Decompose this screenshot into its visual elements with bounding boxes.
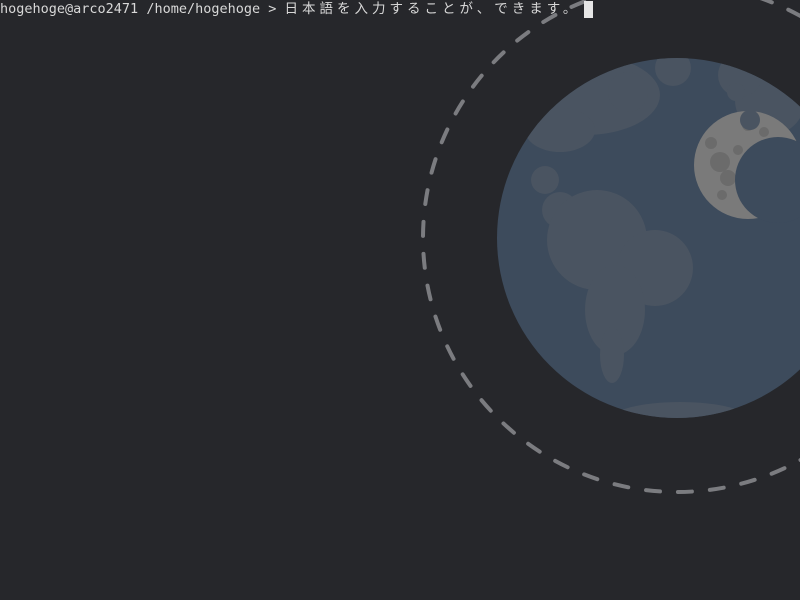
prompt-symbol: > <box>268 1 277 17</box>
prompt-cwd: /home/hogehoge <box>146 1 261 17</box>
prompt-user-host: hogehoge@arco2471 <box>0 1 139 17</box>
prompt-line[interactable]: hogehoge@arco2471 /home/hogehoge > 日本語を入… <box>0 0 594 18</box>
text-cursor <box>584 0 594 18</box>
terminal-window[interactable]: hogehoge@arco2471 /home/hogehoge > 日本語を入… <box>0 0 800 600</box>
command-input-text[interactable]: 日本語を入力することが、できます。 <box>285 0 581 18</box>
desktop: hogehoge@arco2471 /home/hogehoge > 日本語を入… <box>0 0 800 600</box>
